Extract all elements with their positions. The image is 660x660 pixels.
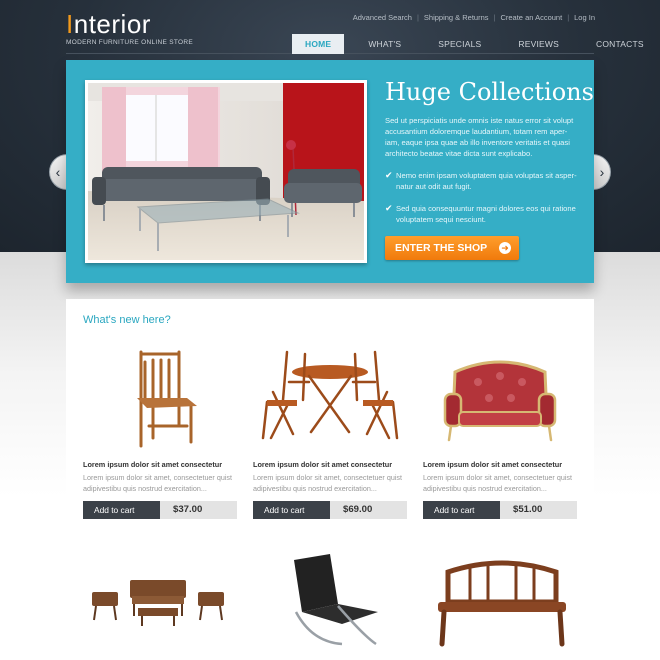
product-card: Lorem ipsum dolor sit amet consectetur L… [83, 342, 237, 519]
utility-links: Advanced Search | Shipping & Returns | C… [353, 13, 595, 22]
enter-shop-button[interactable]: ENTER THE SHOP ➜ [385, 236, 519, 260]
add-to-cart-button[interactable]: Add to cart [423, 501, 500, 519]
hero-room-image [85, 80, 367, 263]
logo[interactable]: Interior [66, 9, 151, 40]
add-to-cart-button[interactable]: Add to cart [253, 501, 330, 519]
separator: | [416, 13, 419, 22]
hero-slider: Huge Collections Sed ut perspiciatis und… [66, 60, 594, 283]
outdoor-lounge-set-image[interactable] [84, 552, 234, 648]
patio-dining-set-image[interactable] [253, 342, 407, 452]
nav-whats-new[interactable]: WHAT'S NEW [355, 34, 414, 69]
nav-home[interactable]: HOME [292, 34, 345, 54]
nav-reviews[interactable]: REVIEWS [505, 34, 572, 54]
product-name[interactable]: Lorem ipsum dolor sit amet consectetur [423, 460, 577, 469]
product-price: $69.00 [330, 501, 407, 519]
check-icon: ✔ [385, 203, 393, 213]
product-description: Lorem ipsum dolor sit amet, consectetuer… [423, 473, 573, 493]
nav-contacts[interactable]: CONTACTS [583, 34, 657, 54]
enter-shop-label: ENTER THE SHOP [395, 242, 488, 254]
separator: | [493, 13, 496, 22]
logo-text: nterior [73, 9, 151, 39]
red-loveseat-image[interactable] [423, 342, 577, 452]
whats-new-section: What's new here? Lorem ipsum dolor sit a… [66, 299, 594, 546]
hero-bullet-text: Sed quia consequuntur magni dolores eos … [396, 204, 576, 224]
log-in-link[interactable]: Log In [574, 13, 595, 22]
hero-title: Huge Collections [385, 78, 594, 106]
hero-bullet-text: Nemo enim ipsam voluptatem quia voluptas… [396, 171, 577, 191]
wooden-bench-image[interactable] [430, 552, 575, 652]
logo-initial: I [66, 9, 74, 39]
nav-specials[interactable]: SPECIALS [425, 34, 494, 54]
product-price: $37.00 [160, 501, 237, 519]
create-account-link[interactable]: Create an Account [500, 13, 562, 22]
hero-bullet: ✔ Nemo enim ipsam voluptatem quia volupt… [385, 170, 581, 192]
hero-bullet: ✔ Sed quia consequuntur magni dolores eo… [385, 203, 581, 225]
add-to-cart-button[interactable]: Add to cart [83, 501, 160, 519]
arrow-right-icon: ➜ [499, 242, 511, 254]
product-buy-bar: Add to cart $37.00 [83, 501, 237, 519]
shipping-returns-link[interactable]: Shipping & Returns [424, 13, 489, 22]
advanced-search-link[interactable]: Advanced Search [353, 13, 412, 22]
black-leather-chair-image[interactable] [272, 552, 392, 652]
wooden-chair-image[interactable] [83, 342, 237, 452]
main-nav: HOME WHAT'S NEW SPECIALS REVIEWS CONTACT… [292, 34, 660, 69]
section-title: What's new here? [83, 314, 171, 326]
product-name[interactable]: Lorem ipsum dolor sit amet consectetur [83, 460, 237, 469]
hero-description: Sed ut perspiciatis unde omnis iste natu… [385, 116, 574, 158]
product-buy-bar: Add to cart $69.00 [253, 501, 407, 519]
product-price: $51.00 [500, 501, 577, 519]
product-description: Lorem ipsum dolor sit amet, consectetuer… [83, 473, 233, 493]
product-card: Lorem ipsum dolor sit amet consectetur L… [423, 342, 577, 519]
product-buy-bar: Add to cart $51.00 [423, 501, 577, 519]
tagline: MODERN FURNITURE ONLINE STORE [66, 39, 194, 46]
separator: | [567, 13, 570, 22]
product-description: Lorem ipsum dolor sit amet, consectetuer… [253, 473, 403, 493]
check-icon: ✔ [385, 170, 393, 180]
product-name[interactable]: Lorem ipsum dolor sit amet consectetur [253, 460, 407, 469]
product-card: Lorem ipsum dolor sit amet consectetur L… [253, 342, 407, 519]
